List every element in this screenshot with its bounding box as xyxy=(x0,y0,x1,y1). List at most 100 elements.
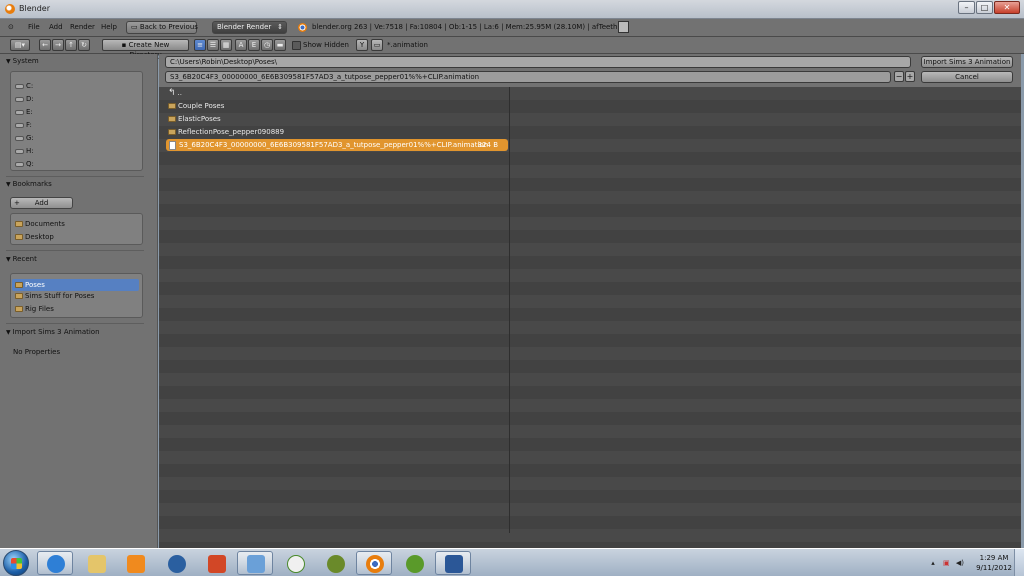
screenshot-icon[interactable] xyxy=(618,21,629,33)
drive-item[interactable]: G: xyxy=(15,134,34,142)
drive-item[interactable]: F: xyxy=(15,121,32,129)
bookmarks-panel-header[interactable]: ▼ Bookmarks xyxy=(6,180,52,188)
render-engine-dropdown[interactable]: Blender Render ⇕ xyxy=(212,21,287,34)
media-player-icon xyxy=(127,555,145,573)
internet-explorer-icon xyxy=(47,555,65,573)
paint-icon xyxy=(247,555,265,573)
taskbar-media-player[interactable] xyxy=(117,551,153,575)
filter-folder-icon[interactable]: ▭ xyxy=(371,39,383,51)
show-desktop-button[interactable] xyxy=(1014,549,1024,576)
taskbar-word[interactable] xyxy=(435,551,471,575)
menu-help[interactable]: Help xyxy=(101,23,117,31)
start-button[interactable] xyxy=(3,550,29,576)
drive-item[interactable]: E: xyxy=(15,108,33,116)
sort-size-icon[interactable]: ▬ xyxy=(274,39,286,51)
network-icon[interactable]: ▣ xyxy=(943,559,950,567)
taskbar-talk[interactable] xyxy=(277,551,313,575)
recent-item-selected[interactable]: Poses xyxy=(12,279,139,291)
taskbar-powerpoint[interactable] xyxy=(198,551,234,575)
taskbar-blender[interactable] xyxy=(356,551,392,575)
taskbar-internet-explorer[interactable] xyxy=(37,551,73,575)
collapse-triangle-icon: ▼ xyxy=(6,181,11,188)
window-controls: – □ ✕ xyxy=(958,1,1020,14)
recent-panel-header[interactable]: ▼ Recent xyxy=(6,255,37,263)
powerpoint-icon xyxy=(208,555,226,573)
minimize-button[interactable]: – xyxy=(958,1,975,14)
close-button[interactable]: ✕ xyxy=(994,1,1020,14)
entry-name: S3_6B20C4F3_00000000_6E6B309581F57AD3_a_… xyxy=(179,141,489,149)
parent-directory-row[interactable]: ↰.. xyxy=(168,87,182,99)
back-to-previous-label: Back to Previous xyxy=(139,23,198,31)
drive-icon xyxy=(15,83,24,89)
drive-label: H: xyxy=(26,147,34,155)
editor-type-icon[interactable]: ⊙ xyxy=(8,23,14,31)
editor-type-filebrowser-icon[interactable]: ▤▾ xyxy=(10,39,30,51)
bookmark-item[interactable]: Desktop xyxy=(15,233,54,241)
panel-separator xyxy=(6,323,144,324)
system-tray: ▴ ▣ ◀) xyxy=(931,559,964,567)
sort-alpha-icon[interactable]: A xyxy=(235,39,247,51)
volume-icon[interactable]: ◀) xyxy=(956,559,964,567)
taskbar-gimp-alt[interactable] xyxy=(396,551,432,575)
system-clock[interactable]: 1:29 AM 9/11/2012 xyxy=(976,553,1012,573)
drive-item[interactable]: Q: xyxy=(15,160,34,168)
taskbar-globe[interactable] xyxy=(158,551,194,575)
parent-arrow-icon: ↰ xyxy=(168,88,176,98)
view-thumbnails-icon[interactable]: ▦ xyxy=(220,39,232,51)
folder-icon xyxy=(168,129,176,135)
forward-arrow-icon[interactable]: → xyxy=(52,39,64,51)
filter-toggle-icon[interactable]: Y xyxy=(356,39,368,51)
drive-label: D: xyxy=(26,95,34,103)
refresh-icon[interactable]: ↻ xyxy=(78,39,90,51)
directory-path-field[interactable]: C:\Users\Robin\Desktop\Poses\ xyxy=(165,56,911,68)
view-long-list-icon[interactable]: ☰ xyxy=(207,39,219,51)
view-short-list-icon[interactable]: ≡ xyxy=(194,39,206,51)
import-sims3-animation-button[interactable]: Import Sims 3 Animation xyxy=(921,56,1013,68)
add-bookmark-button[interactable]: + Add xyxy=(10,197,73,209)
no-properties-text: No Properties xyxy=(13,348,61,356)
create-new-directory-button[interactable]: ▪ Create New Directory xyxy=(102,39,189,59)
menu-render[interactable]: Render xyxy=(70,23,95,31)
taskbar-paint[interactable] xyxy=(237,551,273,575)
new-folder-icon: ▪ xyxy=(121,41,129,49)
filename-field[interactable]: S3_6B20C4F3_00000000_6E6B309581F57AD3_a_… xyxy=(165,71,891,83)
drive-label: E: xyxy=(26,108,33,116)
drive-label: Q: xyxy=(26,160,34,168)
drive-icon xyxy=(15,122,24,128)
talk-icon xyxy=(287,555,305,573)
cancel-button[interactable]: Cancel xyxy=(921,71,1013,83)
back-arrow-icon[interactable]: ← xyxy=(39,39,51,51)
recent-item[interactable]: Sims Stuff for Poses xyxy=(15,292,94,300)
folder-icon xyxy=(88,555,106,573)
collapse-triangle-icon: ▼ xyxy=(6,256,11,263)
drive-item[interactable]: H: xyxy=(15,147,34,155)
file-list-row[interactable]: ElasticPoses xyxy=(168,113,221,125)
file-list-row-selected[interactable]: S3_6B20C4F3_00000000_6E6B309581F57AD3_a_… xyxy=(166,139,508,151)
taskbar-gimp[interactable] xyxy=(317,551,353,575)
bookmark-item[interactable]: Documents xyxy=(15,220,65,228)
show-hidden-checkbox[interactable] xyxy=(292,41,301,50)
recent-item[interactable]: Rig Files xyxy=(15,305,54,313)
drive-item[interactable]: C: xyxy=(15,82,33,90)
tray-expand-icon[interactable]: ▴ xyxy=(931,559,935,567)
render-engine-value: Blender Render xyxy=(217,23,272,31)
sort-ext-icon[interactable]: E xyxy=(248,39,260,51)
operator-panel-header[interactable]: ▼ Import Sims 3 Animation xyxy=(6,328,100,336)
system-panel-header[interactable]: ▼ System xyxy=(6,57,39,65)
sort-time-icon[interactable]: ◷ xyxy=(261,39,273,51)
back-to-previous-button[interactable]: ▭ Back to Previous xyxy=(126,21,198,34)
drive-icon xyxy=(15,109,24,115)
parent-dir-icon[interactable]: ↑ xyxy=(65,39,77,51)
maximize-button[interactable]: □ xyxy=(976,1,993,14)
menu-add[interactable]: Add xyxy=(49,23,63,31)
menu-file[interactable]: File xyxy=(28,23,40,31)
plus-icon: + xyxy=(14,199,20,207)
drive-item[interactable]: D: xyxy=(15,95,34,103)
file-list-row[interactable]: Couple Poses xyxy=(168,100,224,112)
gimp-alt-icon xyxy=(406,555,424,573)
increment-button[interactable]: + xyxy=(905,71,915,82)
file-list-row[interactable]: ReflectionPose_pepper090889 xyxy=(168,126,284,138)
decrement-button[interactable]: − xyxy=(894,71,904,82)
bookmark-label: Documents xyxy=(25,220,65,228)
taskbar-file-explorer[interactable] xyxy=(78,551,114,575)
